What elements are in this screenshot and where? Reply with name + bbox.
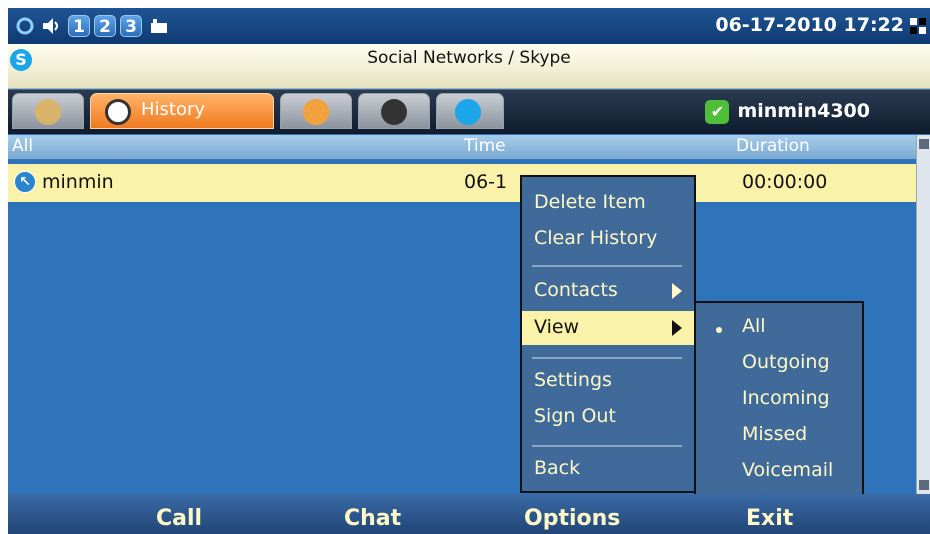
skype-icon (455, 99, 481, 125)
options-menu: Delete Item Clear History Contacts View … (520, 175, 696, 493)
view-option-missed[interactable]: Missed (742, 423, 807, 445)
column-header-duration[interactable]: Duration (736, 136, 810, 156)
softkey-bar: Call Chat Options Exit (8, 494, 930, 534)
online-status-icon: ✔ (705, 100, 730, 124)
options-button[interactable]: Options (524, 506, 620, 531)
row-duration: 00:00:00 (742, 171, 828, 193)
menu-item-contacts[interactable]: Contacts (534, 279, 618, 301)
view-submenu: All Outgoing Incoming Missed Voicemail (694, 301, 864, 497)
tab-history[interactable]: History (90, 93, 274, 129)
selected-bullet-icon (716, 327, 722, 333)
table-row[interactable]: ↖ minmin 06-1 00:00:00 (8, 164, 916, 202)
phone-icon (381, 99, 407, 125)
tab-history-label: History (141, 99, 206, 120)
menu-item-sign-out[interactable]: Sign Out (534, 405, 616, 427)
signed-in-user: ✔ minmin4300 (705, 100, 870, 124)
view-option-all[interactable]: All (742, 315, 766, 337)
column-header-all[interactable]: All (12, 136, 33, 156)
clock: 06-17-2010 17:22 (715, 14, 904, 36)
menu-item-view-highlight[interactable]: View (522, 311, 694, 345)
page-title: Social Networks / Skype (367, 48, 571, 68)
menu-divider (532, 445, 682, 447)
scrollbar[interactable] (916, 135, 930, 494)
tab-chat[interactable] (280, 93, 352, 129)
row-name: minmin (42, 171, 114, 193)
view-option-outgoing[interactable]: Outgoing (742, 351, 830, 373)
network-grid-icon (910, 18, 926, 36)
menu-item-delete-item[interactable]: Delete Item (534, 191, 646, 213)
network-status-icon (14, 15, 36, 37)
phone-screen: 1 2 3 06-17-2010 17:22 S Social Networks… (8, 8, 930, 534)
menu-divider (532, 357, 682, 359)
menu-item-settings[interactable]: Settings (534, 369, 612, 391)
clock-icon (105, 99, 131, 125)
chat-icon (303, 99, 329, 125)
speaker-icon (40, 15, 62, 37)
menu-divider (532, 265, 682, 267)
contacts-submenu-arrow-icon (672, 283, 682, 299)
view-option-voicemail[interactable]: Voicemail (742, 459, 833, 481)
column-header-time[interactable]: Time (464, 136, 506, 156)
tab-phone[interactable] (358, 93, 430, 129)
tab-contacts[interactable] (12, 93, 84, 129)
chat-button[interactable]: Chat (344, 506, 401, 531)
line-3-indicator: 3 (120, 15, 142, 37)
status-bar: 1 2 3 06-17-2010 17:22 (8, 8, 930, 44)
view-option-incoming[interactable]: Incoming (742, 387, 830, 409)
menu-item-back[interactable]: Back (534, 457, 580, 479)
menu-item-view: View (534, 316, 580, 338)
call-button[interactable]: Call (156, 506, 202, 531)
line-2-indicator: 2 (94, 15, 116, 37)
view-submenu-arrow-icon (672, 320, 682, 336)
username: minmin4300 (737, 100, 870, 122)
message-icon (148, 15, 170, 37)
exit-button[interactable]: Exit (746, 506, 793, 531)
contacts-icon (35, 99, 61, 125)
scroll-up-icon[interactable] (919, 139, 929, 149)
menu-item-clear-history[interactable]: Clear History (534, 227, 657, 249)
tab-skype[interactable] (436, 93, 504, 129)
outgoing-call-icon: ↖ (14, 171, 36, 193)
tab-strip: History ✔ minmin4300 (8, 90, 930, 134)
row-time: 06-1 (464, 171, 508, 193)
title-bar: S Social Networks / Skype (8, 44, 930, 89)
line-1-indicator: 1 (68, 15, 90, 37)
scroll-down-icon[interactable] (919, 480, 929, 490)
list-header: All Time Duration (8, 135, 916, 159)
